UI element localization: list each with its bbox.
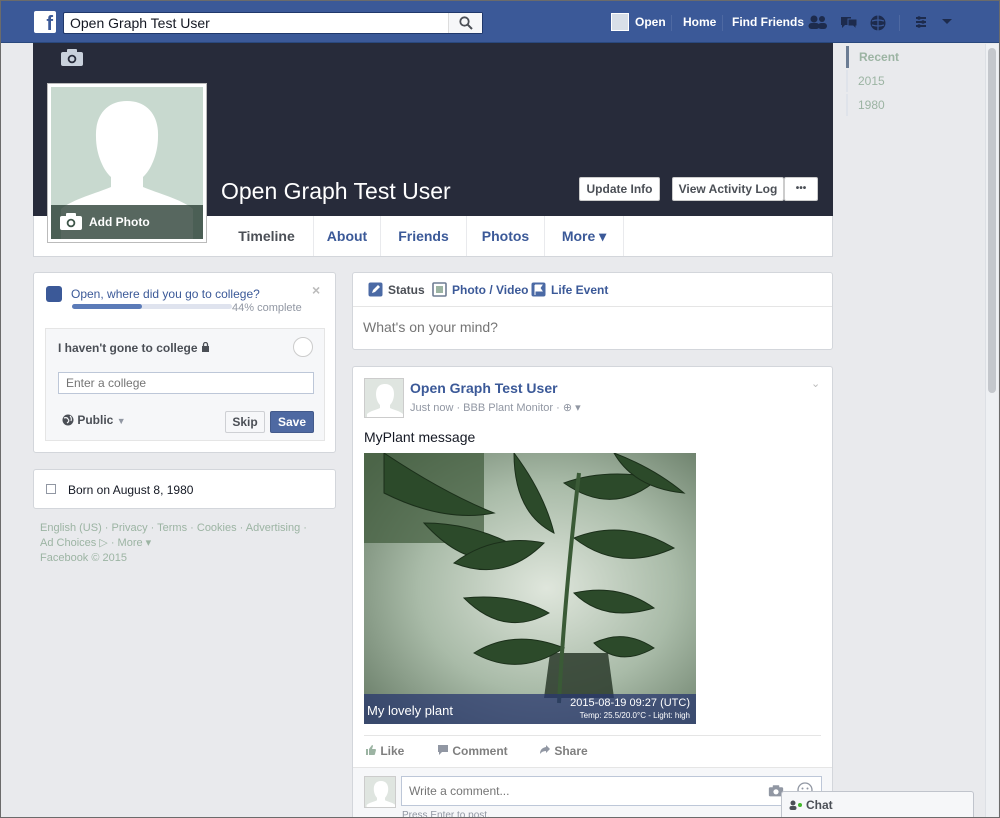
search-input[interactable] — [64, 13, 449, 33]
timeline-nav-recent[interactable]: Recent — [846, 46, 946, 68]
post-photo[interactable]: My lovely plant 2015-08-19 09:27 (UTC) T… — [364, 453, 696, 724]
nav-profile-avatar[interactable] — [611, 13, 629, 31]
page-scrollbar[interactable] — [985, 44, 998, 817]
college-prompt-card: Open, where did you go to college? 44% c… — [33, 272, 336, 453]
chevron-down-icon[interactable]: ⌄ — [811, 377, 820, 390]
nav-separator — [671, 15, 672, 31]
college-question[interactable]: Open, where did you go to college? — [71, 287, 260, 301]
timeline-nav-1980[interactable]: 1980 — [846, 94, 946, 116]
more-options-button[interactable]: ••• — [784, 177, 818, 201]
search-icon — [459, 16, 473, 30]
footer-line-2[interactable]: Ad Choices ▷ · More ▾ — [40, 536, 330, 551]
birth-date[interactable]: Born on August 8, 1980 — [68, 483, 193, 497]
composer-tab-status[interactable]: Status — [388, 283, 425, 297]
view-activity-log-button[interactable]: View Activity Log — [672, 177, 784, 201]
footer-links: English (US) · Privacy · Terms · Cookies… — [40, 521, 330, 566]
update-info-button[interactable]: Update Info — [579, 177, 660, 201]
post-divider — [364, 735, 821, 736]
lock-icon — [201, 341, 209, 352]
camera-icon[interactable] — [60, 47, 84, 67]
skip-button[interactable]: Skip — [225, 411, 265, 433]
tab-more[interactable]: More ▾ — [545, 216, 624, 256]
messages-icon[interactable] — [839, 14, 859, 30]
status-input[interactable] — [363, 319, 823, 335]
photo-temperature: Temp: 25.5/20.0°C - Light: high — [579, 711, 690, 720]
nav-separator — [899, 15, 900, 31]
post-author-name[interactable]: Open Graph Test User — [410, 380, 558, 396]
born-card: Born on August 8, 1980 — [33, 469, 336, 509]
post-meta[interactable]: Just now · BBB Plant Monitor · ⊕ ▾ — [410, 401, 581, 414]
commenter-avatar — [364, 776, 396, 808]
search-box — [63, 12, 483, 34]
nav-find-friends-link[interactable]: Find Friends — [732, 15, 804, 29]
nav-separator — [722, 15, 723, 31]
friend-requests-icon[interactable] — [807, 14, 829, 30]
comment-input[interactable] — [401, 776, 822, 806]
nav-home-link[interactable]: Home — [683, 15, 716, 29]
comment-button[interactable]: Comment — [437, 744, 508, 758]
life-event-icon — [531, 282, 546, 297]
scrollbar-thumb[interactable] — [988, 48, 996, 393]
facebook-logo[interactable]: f — [34, 11, 56, 33]
no-college-label: I haven't gone to college — [58, 341, 210, 355]
globe-icon — [62, 414, 74, 426]
comment-area: Press Enter to post. — [353, 767, 832, 818]
privacy-icon[interactable] — [913, 14, 929, 30]
add-photo-overlay[interactable]: Add Photo — [51, 205, 203, 239]
save-button[interactable]: Save — [270, 411, 314, 433]
account-menu-icon[interactable] — [941, 18, 953, 26]
college-input[interactable] — [58, 372, 314, 394]
like-button[interactable]: Like — [365, 744, 404, 758]
top-bar: f Open Home Find Friends — [1, 1, 999, 43]
chat-tab[interactable]: Chat — [781, 791, 974, 817]
close-icon[interactable]: × — [312, 282, 320, 298]
composer-tab-photo-video[interactable]: Photo / Video — [452, 283, 528, 297]
progress-text: 44% complete — [232, 302, 302, 314]
chat-icon — [789, 800, 802, 810]
tab-friends[interactable]: Friends — [381, 216, 467, 256]
tab-about[interactable]: About — [314, 216, 381, 256]
tab-timeline[interactable]: Timeline — [220, 216, 314, 256]
default-avatar-icon — [367, 384, 403, 417]
like-icon — [366, 745, 376, 755]
photo-timestamp: 2015-08-19 09:27 (UTC) — [570, 697, 690, 709]
timeline-post: Open Graph Test User Just now · BBB Plan… — [352, 366, 833, 818]
share-icon — [540, 745, 550, 754]
education-icon — [46, 286, 62, 302]
composer-tabs: Status Photo / Video Life Event — [353, 273, 832, 307]
footer-line-1[interactable]: English (US) · Privacy · Terms · Cookies… — [40, 521, 330, 536]
profile-picture-silhouette: Add Photo — [51, 87, 203, 239]
post-message: MyPlant message — [364, 429, 476, 445]
calendar-icon — [46, 484, 56, 494]
nav-profile-link[interactable]: Open — [635, 15, 666, 29]
notifications-icon[interactable] — [869, 14, 887, 32]
footer-copyright: Facebook © 2015 — [40, 552, 127, 564]
tab-photos[interactable]: Photos — [467, 216, 545, 256]
chat-label: Chat — [806, 798, 833, 812]
profile-progress-bar — [72, 304, 232, 309]
status-composer: Status Photo / Video Life Event — [352, 272, 833, 350]
profile-picture[interactable]: Add Photo — [47, 83, 207, 243]
photo-caption: My lovely plant — [367, 703, 453, 718]
timeline-nav-2015[interactable]: 2015 — [846, 70, 946, 92]
no-college-radio[interactable] — [293, 337, 313, 357]
profile-progress-fill — [72, 304, 143, 309]
add-photo-label: Add Photo — [89, 215, 150, 229]
privacy-selector[interactable]: Public ▼ — [62, 413, 126, 427]
search-button[interactable] — [448, 13, 482, 33]
pencil-icon — [368, 282, 383, 297]
plant-photo-image — [364, 453, 696, 724]
default-avatar-icon — [366, 781, 395, 807]
composer-tab-life-event[interactable]: Life Event — [551, 283, 608, 297]
photo-caption-bar: My lovely plant 2015-08-19 09:27 (UTC) T… — [364, 694, 696, 724]
share-button[interactable]: Share — [539, 744, 588, 758]
comment-hint: Press Enter to post. — [402, 810, 490, 818]
photo-icon — [432, 282, 447, 297]
comment-icon — [438, 745, 448, 755]
camera-icon — [60, 213, 82, 230]
college-form: I haven't gone to college Public ▼ Skip … — [45, 328, 325, 441]
profile-name[interactable]: Open Graph Test User — [221, 178, 451, 205]
post-author-avatar[interactable] — [364, 378, 404, 418]
